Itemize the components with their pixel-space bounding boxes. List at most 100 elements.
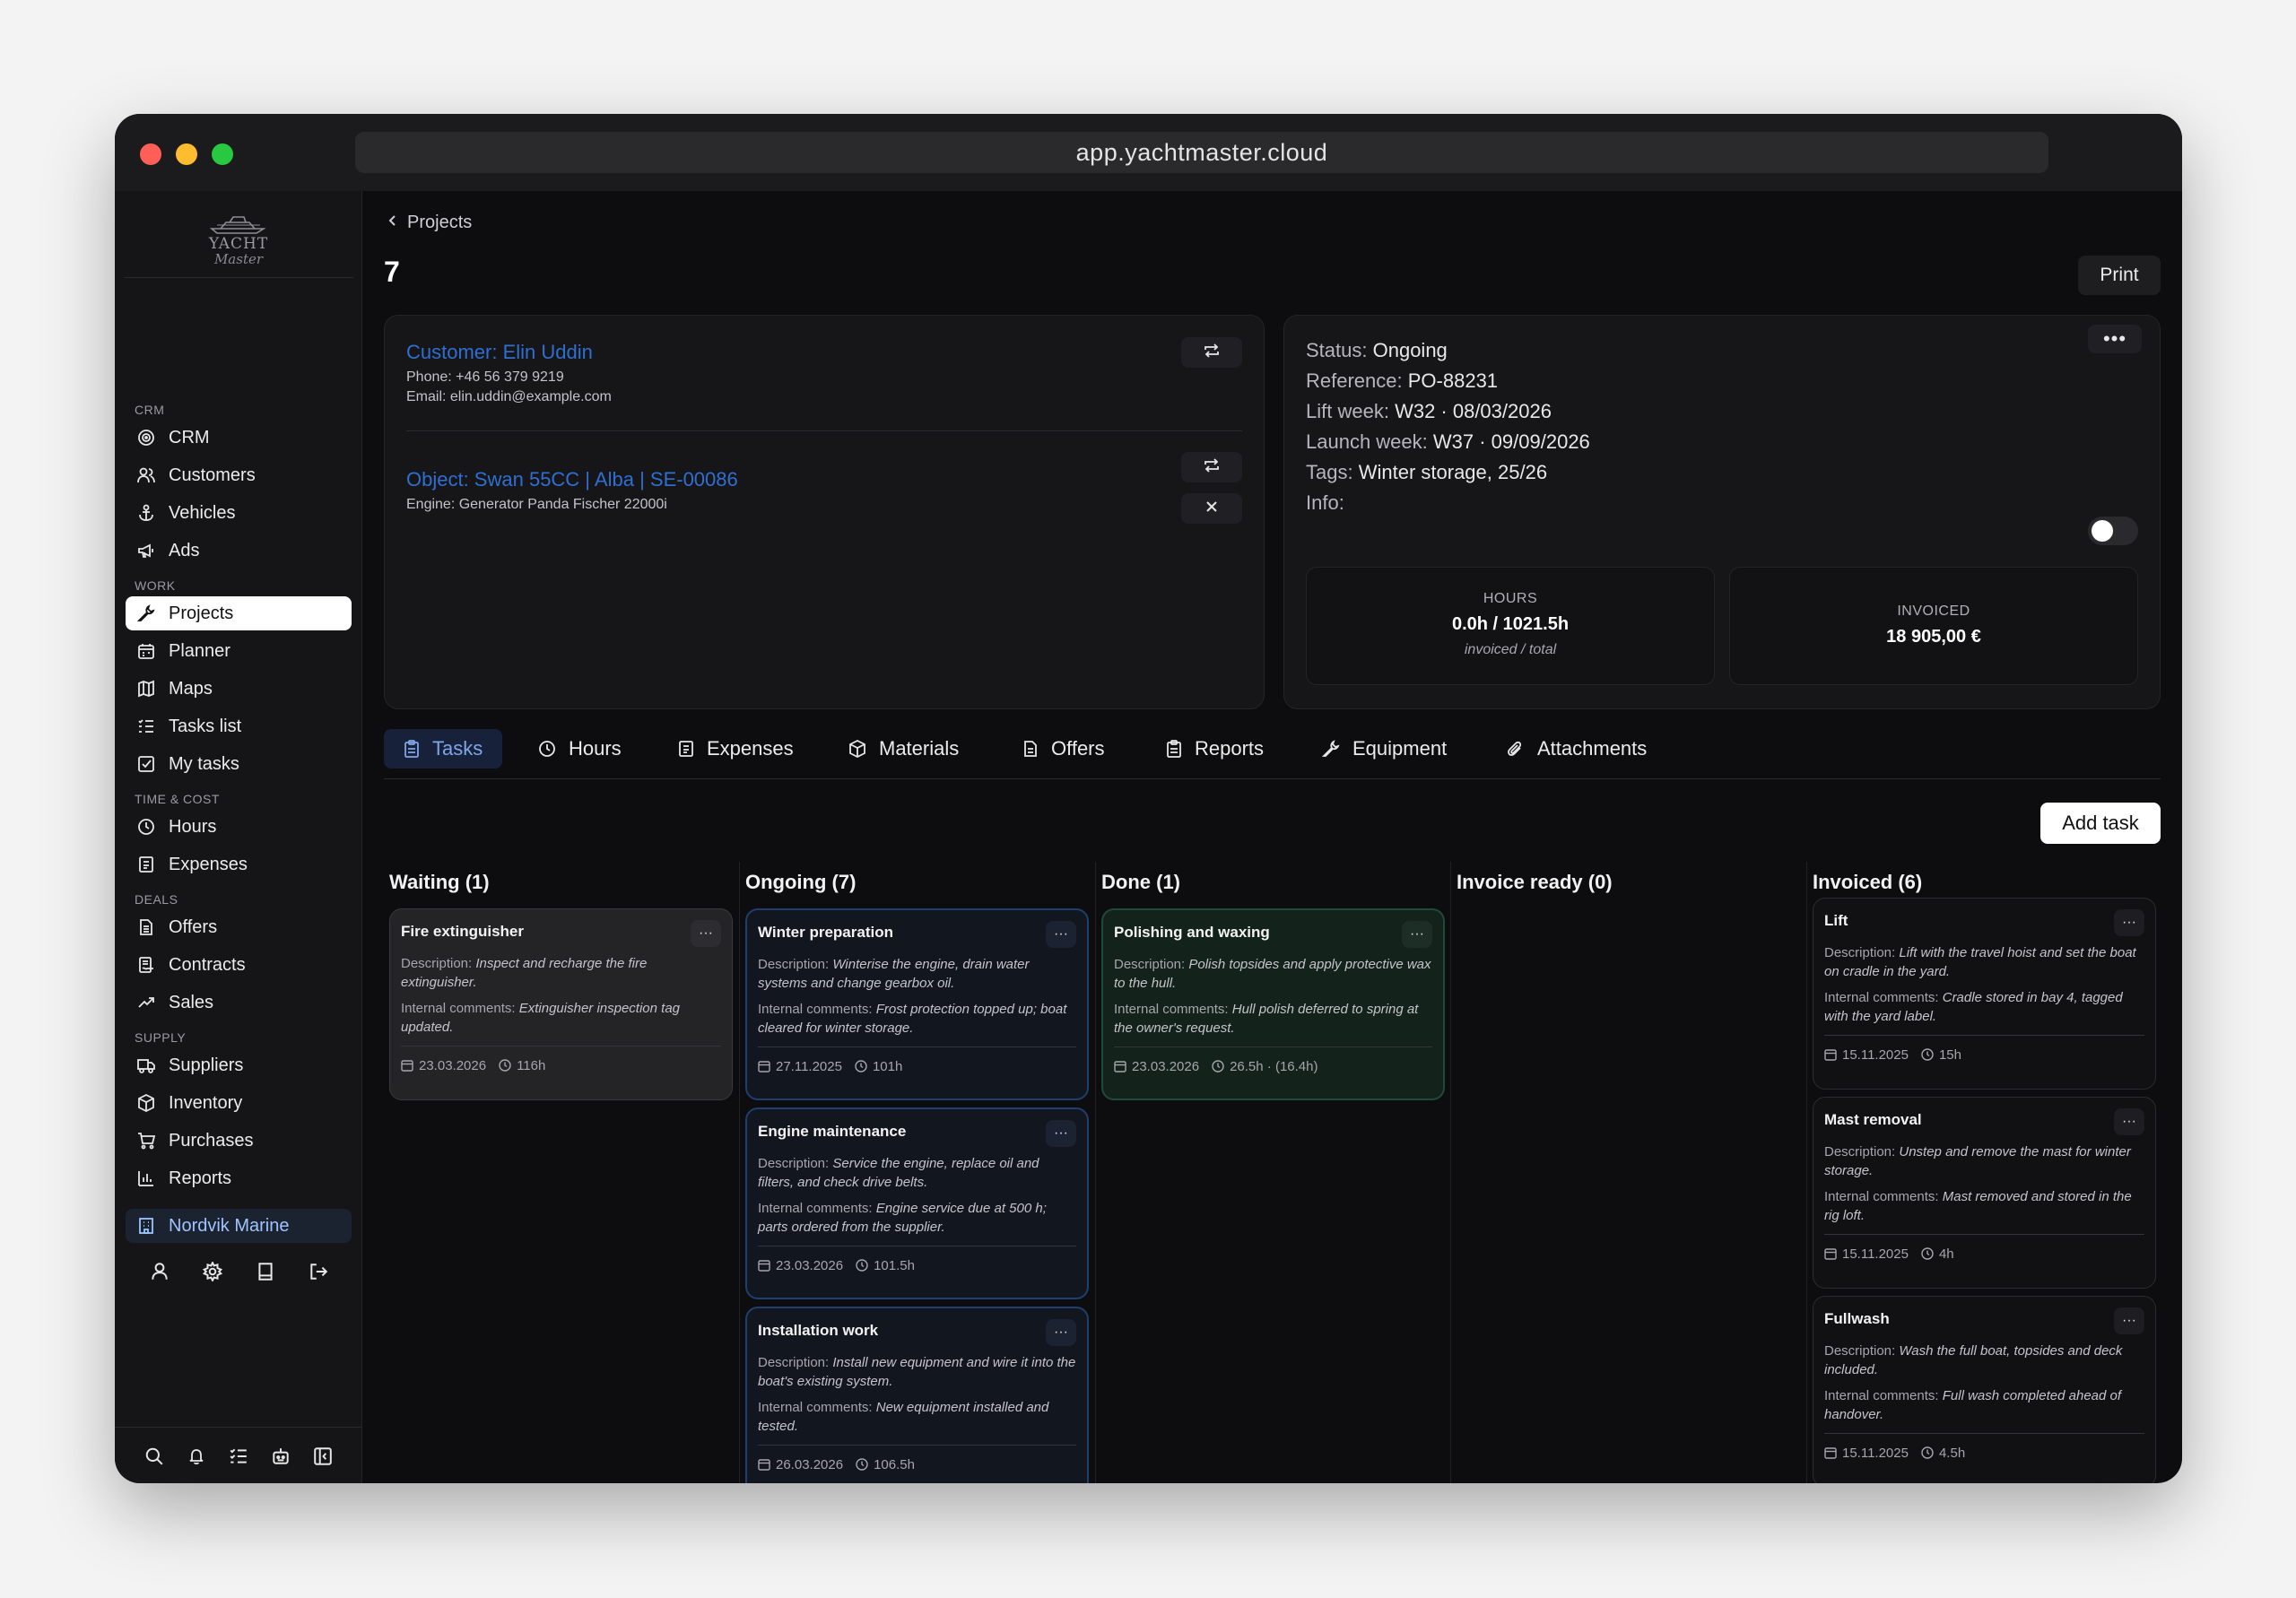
description-label: Description: [758, 1355, 830, 1370]
tab-tasks[interactable]: Tasks [384, 729, 503, 769]
maximize-window-button[interactable] [212, 143, 233, 165]
tags-value: Winter storage, 25/26 [1358, 461, 1548, 483]
robot-icon[interactable] [269, 1445, 292, 1468]
tab-materials[interactable]: Materials [829, 729, 978, 769]
sidebar-item-hours[interactable]: Hours [126, 810, 352, 844]
description-label: Description: [1824, 1343, 1896, 1359]
sidebar-toggle-icon[interactable] [311, 1445, 335, 1468]
checklist-icon[interactable] [227, 1445, 250, 1468]
sidebar-item-my-tasks[interactable]: My tasks [126, 747, 352, 781]
tab-expenses[interactable]: Expenses [658, 729, 813, 769]
task-date: 23.03.2026 [419, 1057, 487, 1073]
tab-hours[interactable]: Hours [518, 729, 641, 769]
task-card[interactable]: Fullwash ··· Description: Wash the full … [1813, 1296, 2156, 1483]
invoiced-stat: INVOICED 18 905,00 € [1729, 567, 2138, 685]
sidebar-item-projects[interactable]: Projects [126, 596, 352, 630]
more-options-button[interactable]: ••• [2088, 325, 2142, 353]
info-toggle[interactable] [2088, 517, 2138, 545]
remove-object-button[interactable] [1181, 493, 1242, 524]
reference-row: Reference: PO-88231 [1306, 369, 1498, 393]
close-window-button[interactable] [140, 143, 161, 165]
task-comments: Internal comments: Cradle stored in bay … [1824, 988, 2144, 1026]
task-hours: 4h [1938, 1246, 1954, 1262]
task-menu-button[interactable]: ··· [1046, 921, 1076, 948]
clock-icon [1921, 1247, 1934, 1260]
sidebar-item-tasks-list[interactable]: Tasks list [126, 709, 352, 743]
column-title: Invoice ready (0) [1457, 871, 1613, 893]
launch-week-row: Launch week: W37 · 09/09/2026 [1306, 430, 1590, 454]
sidebar-item-reports[interactable]: Reports [126, 1161, 352, 1195]
swap-icon [1203, 342, 1221, 364]
clock-icon [856, 1259, 868, 1272]
sidebar-item-contracts[interactable]: Contracts [126, 948, 352, 982]
tab-offers[interactable]: Offers [1003, 729, 1125, 769]
calendar-icon [758, 1060, 770, 1073]
settings-gear-icon[interactable] [201, 1260, 224, 1283]
sidebar-item-purchases[interactable]: Purchases [126, 1124, 352, 1158]
task-description: Description: Polish topsides and apply p… [1114, 955, 1432, 993]
sidebar-item-sales[interactable]: Sales [126, 986, 352, 1020]
sidebar-item-maps[interactable]: Maps [126, 672, 352, 706]
task-menu-button[interactable]: ··· [1046, 1120, 1076, 1147]
sidebar-item-crm[interactable]: CRM [126, 421, 352, 455]
task-card[interactable]: Mast removal ··· Description: Unstep and… [1813, 1097, 2156, 1289]
app-window: app.yachtmaster.cloud YACHT Master CRM C… [115, 114, 2182, 1483]
calendar-icon [1824, 1446, 1837, 1459]
task-menu-button[interactable]: ··· [1402, 921, 1432, 948]
object-link[interactable]: Object: Swan 55CC | Alba | SE-00086 [406, 468, 738, 491]
search-icon[interactable] [143, 1445, 166, 1468]
change-customer-button[interactable] [1181, 337, 1242, 368]
task-card[interactable]: Fire extinguisher ··· Description: Inspe… [389, 908, 733, 1100]
comments-label: Internal comments: [758, 1201, 873, 1216]
task-comments: Internal comments: Extinguisher inspecti… [401, 999, 721, 1037]
customer-link[interactable]: Customer: Elin Uddin [406, 341, 593, 364]
user-icon[interactable] [148, 1260, 171, 1283]
task-card[interactable]: Lift ··· Description: Lift with the trav… [1813, 898, 2156, 1090]
url-bar[interactable]: app.yachtmaster.cloud [355, 132, 2048, 173]
sidebar-item-inventory[interactable]: Inventory [126, 1086, 352, 1120]
tab-label: Tasks [432, 737, 483, 760]
ellipsis-icon: ··· [2122, 1114, 2136, 1129]
sidebar-item-ads[interactable]: Ads [126, 534, 352, 568]
task-card[interactable]: Polishing and waxing ··· Description: Po… [1101, 908, 1445, 1100]
book-icon[interactable] [254, 1260, 277, 1283]
change-object-button[interactable] [1181, 452, 1242, 482]
task-menu-button[interactable]: ··· [691, 920, 721, 947]
task-card[interactable]: Installation work ··· Description: Insta… [745, 1307, 1089, 1483]
megaphone-icon [136, 541, 156, 560]
sidebar-item-offers[interactable]: Offers [126, 910, 352, 944]
breadcrumb[interactable]: Projects [387, 213, 472, 233]
task-card[interactable]: Winter preparation ··· Description: Wint… [745, 908, 1089, 1100]
hours-stat-label: HOURS [1483, 591, 1538, 606]
task-menu-button[interactable]: ··· [2114, 1108, 2144, 1135]
clock-icon [855, 1060, 867, 1073]
sidebar-item-vehicles[interactable]: Vehicles [126, 496, 352, 530]
ellipsis-icon: ··· [1054, 926, 1068, 942]
task-menu-button[interactable]: ··· [2114, 909, 2144, 936]
sidebar-item-expenses[interactable]: Expenses [126, 847, 352, 882]
sidebar-item-suppliers[interactable]: Suppliers [126, 1048, 352, 1082]
logo[interactable]: YACHT Master [115, 202, 362, 274]
divider [124, 277, 353, 278]
print-button[interactable]: Print [2078, 256, 2161, 295]
tab-reports[interactable]: Reports [1146, 729, 1283, 769]
logout-icon[interactable] [307, 1260, 330, 1283]
sidebar-item-label: Purchases [169, 1130, 254, 1151]
task-menu-button[interactable]: ··· [1046, 1319, 1076, 1346]
anchor-icon [136, 503, 156, 523]
organization-switcher[interactable]: Nordvik Marine [126, 1209, 352, 1243]
sidebar-item-planner[interactable]: Planner [126, 634, 352, 668]
task-card[interactable]: Engine maintenance ··· Description: Serv… [745, 1107, 1089, 1299]
tab-attachments[interactable]: Attachments [1487, 729, 1666, 769]
task-menu-button[interactable]: ··· [2114, 1307, 2144, 1334]
section-label-deals: DEALS [135, 892, 178, 907]
minimize-window-button[interactable] [176, 143, 197, 165]
add-task-button[interactable]: Add task [2040, 803, 2161, 844]
task-footer: 23.03.2026 116h [401, 1055, 721, 1075]
status-label: Status: [1306, 339, 1368, 361]
sidebar-item-customers[interactable]: Customers [126, 458, 352, 492]
tab-equipment[interactable]: Equipment [1302, 729, 1466, 769]
task-date: 23.03.2026 [776, 1257, 844, 1273]
invoiced-stat-value: 18 905,00 € [1886, 627, 1981, 647]
bell-icon[interactable] [185, 1445, 208, 1468]
